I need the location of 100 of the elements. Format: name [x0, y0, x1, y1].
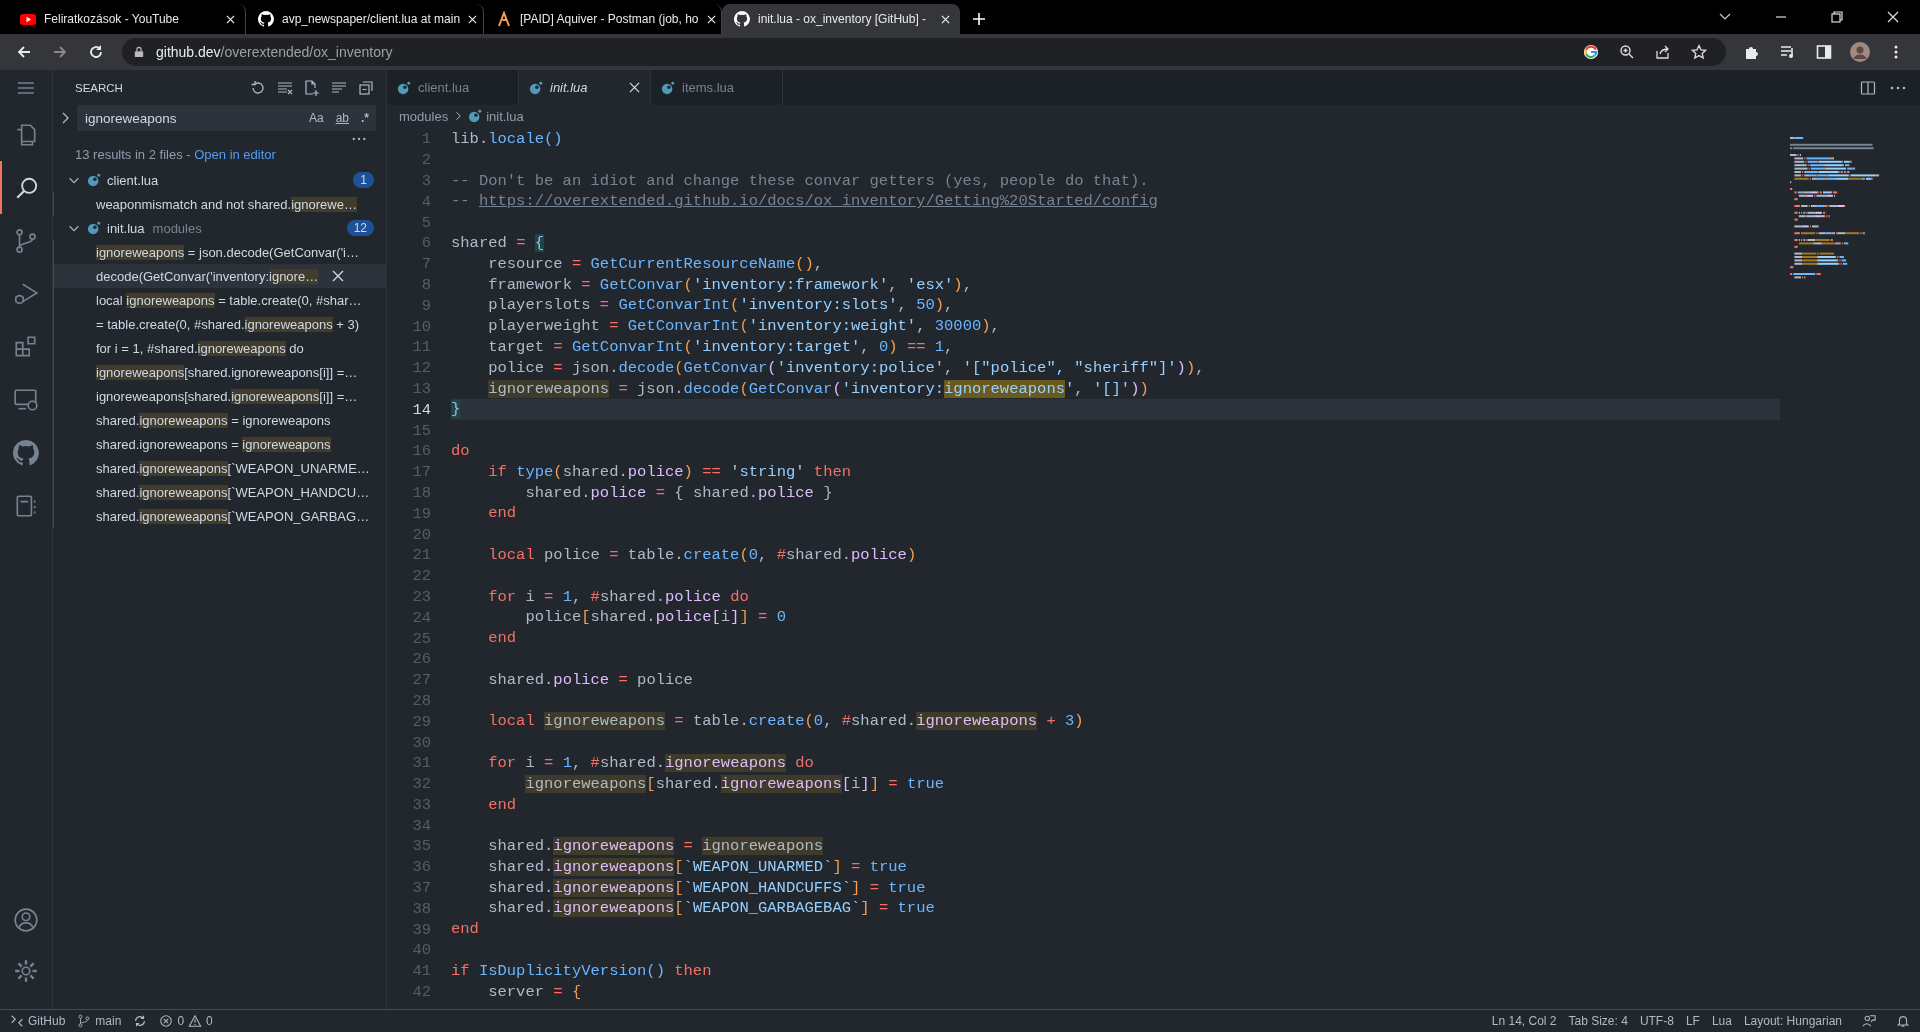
remote-status[interactable]: GitHub — [10, 1014, 66, 1028]
file-match-header[interactable]: init.lua modules 12 — [53, 216, 386, 240]
address-bar[interactable]: github.dev/overextended/ox_inventory — [122, 38, 1726, 66]
search-option-toggle[interactable]: .* — [358, 109, 372, 127]
line-number: 39 — [411, 920, 431, 939]
search-result[interactable]: local ignoreweapons = table.create(0, #shar… — [53, 288, 386, 312]
open-in-editor-link[interactable]: Open in editor — [194, 147, 276, 162]
search-option-toggle[interactable]: ab — [332, 109, 352, 127]
editor-tab[interactable]: items.lua — [651, 70, 783, 105]
problems-status[interactable]: 0 0 — [159, 1014, 213, 1028]
cat-icon — [13, 439, 39, 466]
error-icon — [159, 1014, 174, 1028]
code-line: if type(shared.police) == 'string' then — [487, 461, 853, 483]
breadcrumb-item[interactable]: init.lua — [486, 108, 524, 124]
status-item[interactable]: Ln 14, Col 2 — [1491, 1014, 1557, 1028]
search-result[interactable]: shared.ignoreweapons[`WEAPON_HANDCU… — [53, 480, 386, 504]
browser-tab[interactable]: init.lua - ox_inventory [GitHub] - — [722, 4, 960, 34]
close-icon[interactable] — [226, 14, 235, 24]
line-number: 36 — [411, 858, 431, 877]
branch-status[interactable]: main — [77, 1014, 122, 1028]
line-number: 7 — [420, 255, 431, 274]
split-editor-icon[interactable] — [1860, 79, 1876, 96]
status-item[interactable]: Tab Size: 4 — [1568, 1014, 1628, 1028]
code-line: resource = GetCurrentResourceName(), — [487, 253, 825, 275]
moon-file-icon — [87, 221, 101, 235]
code-line: if IsDuplicityVersion() then — [451, 960, 713, 982]
line-number: 14 — [411, 400, 431, 419]
code-line: playerweight = GetConvarInt('inventory:weight', 30000), — [487, 316, 1001, 337]
search-field[interactable]: ignoreweapons Aa ab .* — [77, 105, 376, 131]
close-icon[interactable] — [941, 14, 950, 24]
bell-icon[interactable] — [1896, 1014, 1910, 1028]
line-number: 21 — [411, 546, 431, 565]
search-result[interactable]: shared.ignoreweapons[`WEAPON_GARBAG… — [53, 504, 386, 528]
url-host: github.dev — [156, 44, 221, 60]
search-result[interactable]: shared.ignoreweapons = ignoreweapons — [53, 432, 386, 456]
line-number: 3 — [420, 172, 431, 190]
line-number: 25 — [411, 629, 431, 648]
line-number: 29 — [411, 712, 431, 731]
code-line: -- Don't be an idiot and change these convar getters (yes, people do that). — [451, 170, 1150, 192]
line-number: 28 — [411, 691, 431, 710]
line-number: 12 — [411, 359, 431, 378]
code-line: local ignoreweapons = table.create(0, #shared.ignoreweapons + 3) — [487, 711, 1085, 733]
line-number: 34 — [411, 816, 431, 835]
line-number: 38 — [411, 899, 431, 918]
new-file-icon[interactable] — [304, 79, 320, 96]
close-icon[interactable] — [1886, 10, 1900, 24]
status-item[interactable]: Layout: Hungarian — [1743, 1014, 1842, 1028]
refresh-icon[interactable] — [250, 79, 266, 96]
code-line: shared.police = police — [487, 669, 694, 691]
editor-tab[interactable]: init.lua — [519, 70, 651, 105]
line-number: 1 — [420, 130, 431, 149]
dismiss-icon[interactable] — [332, 270, 345, 282]
code-line: shared.ignoreweapons = ignoreweapons — [487, 836, 825, 857]
url-path: /overextended/ox_inventory — [220, 44, 393, 60]
line-number: 4 — [420, 192, 431, 211]
feedback-icon[interactable] — [1862, 1014, 1876, 1028]
search-result[interactable]: for i = 1, #shared.ignoreweapons do — [53, 336, 386, 360]
code-line: end — [487, 794, 518, 816]
settings-icon[interactable] — [13, 958, 39, 984]
account-icon[interactable] — [13, 907, 39, 933]
search-result[interactable]: shared.ignoreweapons = ignoreweapons — [53, 408, 386, 432]
moon-file-icon — [468, 109, 483, 123]
code-line: lib.locale() — [451, 129, 564, 150]
search-result[interactable]: decode(GetConvar('inventory:ignore… — [53, 264, 386, 288]
more-icon[interactable] — [352, 137, 366, 141]
sync-icon[interactable] — [133, 1014, 148, 1028]
close-icon[interactable] — [706, 14, 716, 24]
file-match-header[interactable]: client.lua 1 — [53, 168, 386, 192]
lines-icon[interactable] — [331, 79, 347, 96]
search-result[interactable]: ignoreweapons[shared.ignoreweapons[i]] =… — [53, 360, 386, 384]
line-number: 42 — [411, 983, 431, 1002]
lock-icon[interactable] — [134, 46, 144, 58]
status-item[interactable]: LF — [1685, 1014, 1700, 1028]
new-tab-icon[interactable] — [972, 12, 986, 26]
lambda-icon — [496, 11, 512, 27]
line-number: 31 — [411, 754, 431, 773]
line-number: 27 — [411, 671, 431, 690]
search-option-toggle[interactable]: Aa — [305, 109, 327, 127]
collapse-all-icon[interactable] — [358, 79, 374, 96]
search-result[interactable]: weaponmismatch and not shared.ignorewe… — [53, 192, 386, 216]
code-line: playerslots = GetConvarInt('inventory:slots', 50), — [487, 295, 955, 317]
code-line: for i = 1, #shared.police do — [487, 586, 750, 608]
moon-file-icon — [397, 80, 411, 95]
status-item[interactable]: Lua — [1711, 1014, 1732, 1028]
avatar-icon[interactable] — [1850, 42, 1870, 62]
branch-icon — [77, 1014, 92, 1028]
search-result[interactable]: = table.create(0, #shared.ignoreweapons + 3) — [53, 312, 386, 336]
search-result[interactable]: ignoreweapons[shared.ignoreweapons[i]] =… — [53, 384, 386, 408]
search-result[interactable]: shared.ignoreweapons[`WEAPON_UNARME… — [53, 456, 386, 480]
line-number: 2 — [420, 151, 431, 170]
code-line: police[shared.police[i]] = 0 — [524, 607, 787, 629]
close-icon[interactable] — [629, 82, 640, 93]
close-icon[interactable] — [468, 14, 478, 24]
status-item[interactable]: UTF-8 — [1639, 1014, 1674, 1028]
clear-results-icon[interactable] — [277, 79, 293, 96]
line-number: 5 — [420, 213, 431, 232]
breadcrumb-item[interactable]: modules — [399, 108, 449, 124]
remote-icon — [10, 1014, 24, 1028]
restore-icon[interactable] — [1830, 10, 1844, 24]
code-line: ignoreweapons = json.decode(GetConvar('inventory:ignoreweapons', '[]')) — [487, 378, 1150, 400]
